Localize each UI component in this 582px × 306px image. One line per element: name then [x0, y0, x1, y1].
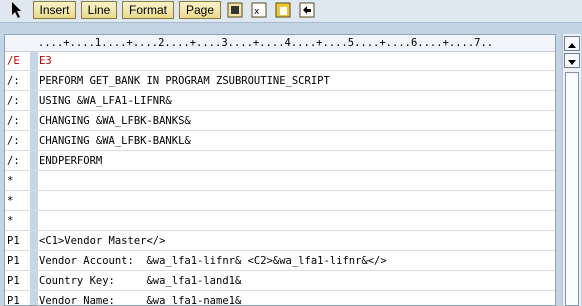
format-column[interactable]: /E — [5, 51, 30, 70]
line-text[interactable]: PERFORM GET_BANK IN PROGRAM ZSUBROUTINE_… — [39, 71, 330, 91]
line-separator — [30, 211, 38, 230]
format-column[interactable]: P1 — [5, 271, 30, 290]
editor-line[interactable]: P1 Country Key: &wa_lfa1-land1& — [5, 271, 555, 291]
line-separator — [30, 171, 38, 190]
format-column[interactable]: /: — [5, 151, 30, 170]
line-separator — [30, 231, 38, 250]
vertical-scrollbar[interactable] — [562, 34, 581, 306]
paste-icon[interactable] — [274, 1, 292, 19]
line-text[interactable]: ENDPERFORM — [39, 151, 102, 171]
format-column[interactable]: * — [5, 191, 30, 210]
line-text[interactable]: CHANGING &WA_LFBK-BANKS& — [39, 111, 191, 131]
format-button[interactable]: Format — [122, 1, 174, 19]
format-column[interactable]: /: — [5, 131, 30, 150]
editor-line[interactable]: /: ENDPERFORM — [5, 151, 555, 171]
line-separator — [30, 191, 38, 210]
editor-line[interactable]: /E E3 — [5, 51, 555, 71]
format-column[interactable]: /: — [5, 71, 30, 90]
line-separator — [30, 51, 38, 70]
line-text[interactable]: Vendor Name: &wa_lfa1-name1& — [39, 291, 241, 305]
line-text[interactable]: CHANGING &WA_LFBK-BANKL& — [39, 131, 191, 151]
page-button[interactable]: Page — [179, 1, 221, 19]
format-column[interactable]: * — [5, 171, 30, 190]
line-text[interactable]: <C1>Vendor Master</> — [39, 231, 165, 251]
insert-button[interactable]: Insert — [33, 1, 76, 19]
format-column[interactable]: P1 — [5, 251, 30, 270]
select-cursor-icon[interactable] — [9, 1, 27, 19]
column-ruler: ....+....1....+....2....+....3....+....4… — [5, 35, 555, 52]
toolbar: Insert Line Format Page x — [0, 0, 582, 23]
line-text[interactable]: USING &WA_LFA1-LIFNR& — [39, 91, 172, 111]
line-text[interactable]: Vendor Account: &wa_lfa1-lifnr& <C2>&wa_… — [39, 251, 387, 271]
format-column[interactable]: P1 — [5, 231, 30, 250]
editor-line[interactable]: /: CHANGING &WA_LFBK-BANKL& — [5, 131, 555, 151]
scroll-thumb[interactable] — [565, 72, 579, 306]
editor-line[interactable]: * — [5, 211, 555, 231]
editor-line[interactable]: /: CHANGING &WA_LFBK-BANKS& — [5, 111, 555, 131]
line-button[interactable]: Line — [81, 1, 117, 19]
scroll-up-icon[interactable] — [564, 36, 580, 51]
ruler-text: ....+....1....+....2....+....3....+....4… — [38, 37, 494, 49]
line-separator — [30, 251, 38, 270]
format-column[interactable]: P1 — [5, 291, 30, 305]
line-separator — [30, 271, 38, 290]
editor-line[interactable]: /: PERFORM GET_BANK IN PROGRAM ZSUBROUTIN… — [5, 71, 555, 91]
line-separator — [30, 291, 38, 305]
cut-icon[interactable]: x — [250, 1, 268, 19]
line-text[interactable]: E3 — [39, 51, 52, 71]
line-separator — [30, 131, 38, 150]
editor-line[interactable]: * — [5, 171, 555, 191]
line-separator — [30, 71, 38, 90]
line-separator — [30, 111, 38, 130]
svg-text:x: x — [254, 7, 260, 17]
script-editor[interactable]: ....+....1....+....2....+....3....+....4… — [4, 34, 556, 306]
format-column[interactable]: * — [5, 211, 30, 230]
line-text[interactable]: Country Key: &wa_lfa1-land1& — [39, 271, 241, 291]
scroll-down-icon[interactable] — [564, 53, 580, 68]
editor-line[interactable]: P1 <C1>Vendor Master</> — [5, 231, 555, 251]
editor-line[interactable]: /: USING &WA_LFA1-LIFNR& — [5, 91, 555, 111]
line-separator — [30, 151, 38, 170]
format-column[interactable]: /: — [5, 111, 30, 130]
copy-icon[interactable] — [226, 1, 244, 19]
editor-line[interactable]: P1 Vendor Name: &wa_lfa1-name1& — [5, 291, 555, 305]
undo-icon[interactable] — [298, 1, 316, 19]
editor-line[interactable]: P1 Vendor Account: &wa_lfa1-lifnr& <C2>&w… — [5, 251, 555, 271]
line-separator — [30, 91, 38, 110]
editor-line[interactable]: * — [5, 191, 555, 211]
format-column[interactable]: /: — [5, 91, 30, 110]
